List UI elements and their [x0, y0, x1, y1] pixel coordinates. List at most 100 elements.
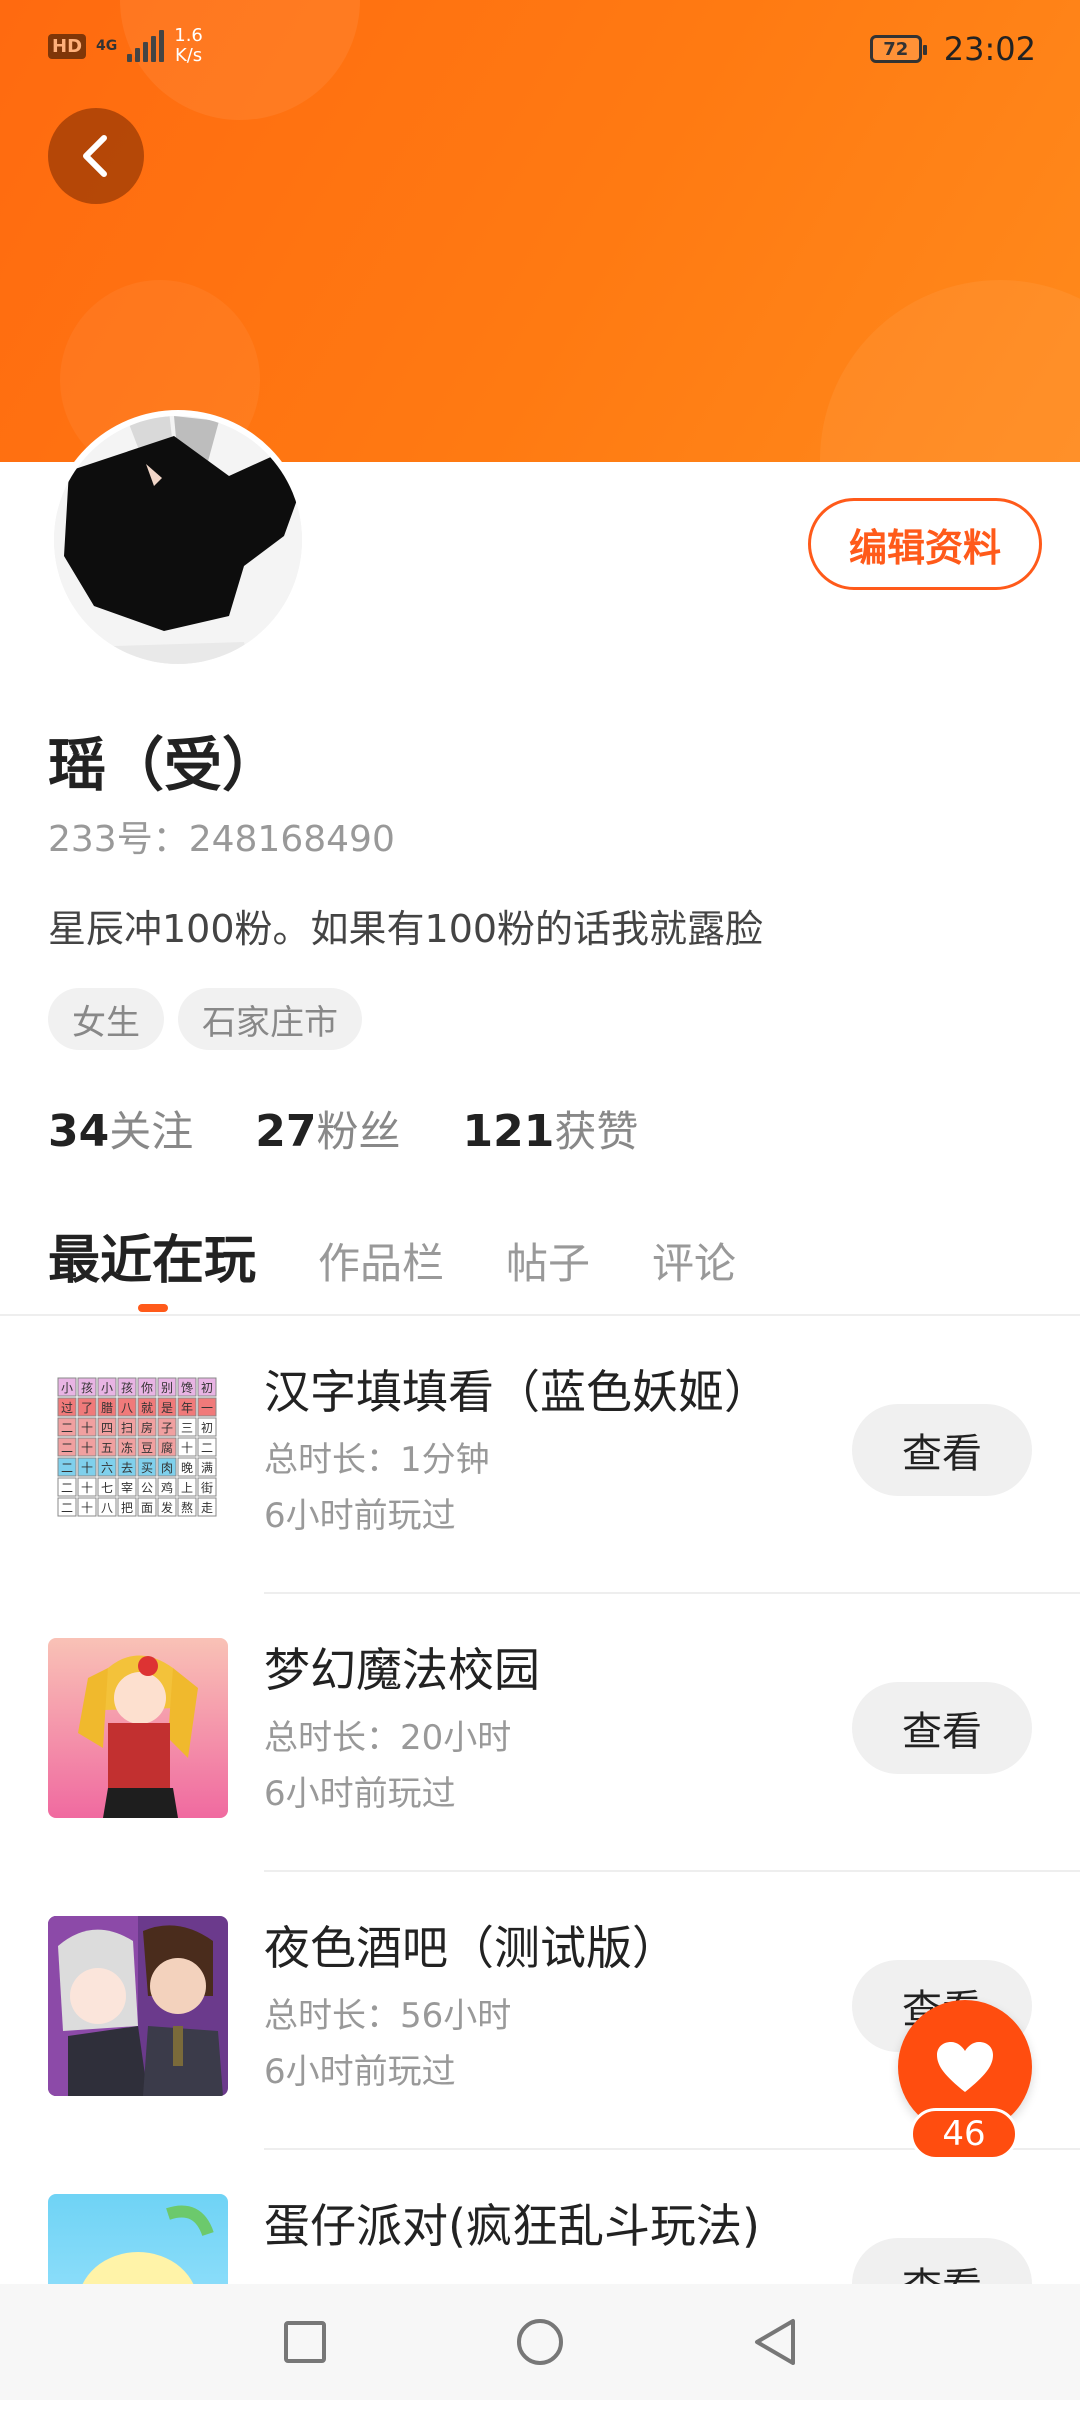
grid-char: 十: [81, 1481, 93, 1495]
grid-char: 了: [81, 1401, 93, 1415]
profile-tabs: 最近在玩 作品栏 帖子 评论: [48, 1218, 736, 1293]
grid-char: 扫: [121, 1421, 133, 1435]
game-last-played: 6小时前玩过: [264, 1496, 456, 1536]
stat-following-label: 关注: [109, 1107, 194, 1156]
back-triangle-icon[interactable]: [753, 2317, 797, 2367]
grid-char: 豆: [141, 1441, 153, 1455]
stat-following-count: 34: [48, 1106, 110, 1157]
avatar-image: [54, 416, 302, 664]
grid-char: 一: [201, 1401, 213, 1415]
battery-icon: 72: [869, 35, 927, 63]
user-id: 233号：248168490: [48, 819, 395, 860]
edit-profile-button[interactable]: 编辑资料: [808, 498, 1042, 590]
grid-char: 别: [161, 1381, 173, 1395]
grid-char: 面: [141, 1501, 153, 1515]
grid-char: 孩: [121, 1381, 133, 1395]
tab-posts[interactable]: 帖子: [506, 1230, 590, 1291]
grid-char: 是: [161, 1401, 173, 1415]
grid-char: 十: [81, 1461, 93, 1475]
stat-likes-label: 获赞: [554, 1107, 639, 1156]
grid-char: 你: [141, 1381, 153, 1395]
home-icon[interactable]: [515, 2317, 565, 2367]
grid-char: 宰: [121, 1480, 133, 1495]
game-thumbnail: [48, 1638, 228, 1818]
game-thumbnail: [48, 1916, 228, 2096]
grid-char: 腐: [161, 1440, 173, 1455]
stat-followers[interactable]: 27粉丝: [255, 1098, 400, 1159]
back-button[interactable]: [48, 108, 144, 204]
system-nav-bar: [0, 2284, 1080, 2400]
banner-decoration: [820, 280, 1080, 462]
grid-char: 满: [201, 1461, 213, 1475]
grid-char: 七: [101, 1481, 113, 1495]
grid-char: 发: [161, 1500, 173, 1515]
recent-apps-icon[interactable]: [283, 2320, 327, 2364]
network-speed: 1.6 K/s: [174, 25, 203, 66]
grid-char: 孩: [81, 1381, 93, 1395]
grid-char: 买: [141, 1461, 153, 1475]
stat-followers-count: 27: [255, 1106, 317, 1157]
grid-char: 二: [61, 1501, 73, 1515]
grid-char: 六: [101, 1461, 113, 1475]
grid-char: 街: [201, 1481, 213, 1495]
grid-char: 馋: [181, 1381, 193, 1395]
grid-char: 二: [61, 1461, 73, 1475]
grid-char: 子: [161, 1421, 173, 1435]
view-game-button[interactable]: 查看: [852, 1404, 1032, 1496]
game-thumbnail: 小孩小孩你别馋初过了腊八就是年一二十四扫房子三初二十五冻豆腐十二二十六去买肉晚满…: [48, 1360, 228, 1540]
grid-char: 八: [101, 1501, 113, 1515]
grid-char: 鸡: [161, 1480, 173, 1495]
grid-char: 肉: [161, 1461, 173, 1475]
grid-char: 十: [81, 1421, 93, 1435]
game-title: 蛋仔派对(疯狂乱斗玩法): [264, 2199, 760, 2253]
stat-following[interactable]: 34关注: [48, 1098, 193, 1159]
game-list-item[interactable]: 梦幻魔法校园 总时长：20小时 6小时前玩过 查看: [0, 1594, 1080, 1872]
stat-likes[interactable]: 121获赞: [463, 1098, 639, 1159]
grid-char: 二: [61, 1441, 73, 1455]
like-count-badge: 46: [910, 2108, 1018, 2160]
profile-tags: 女生 石家庄市: [48, 988, 362, 1050]
stat-likes-count: 121: [462, 1106, 555, 1157]
game-title: 夜色酒吧（测试版）: [264, 1921, 678, 1975]
tag-gender: 女生: [48, 988, 164, 1050]
grid-char: 四: [101, 1421, 113, 1435]
grid-char: 过: [61, 1401, 73, 1415]
game-list-item[interactable]: 小孩小孩你别馋初过了腊八就是年一二十四扫房子三初二十五冻豆腐十二二十六去买肉晚满…: [0, 1316, 1080, 1594]
grid-char: 二: [61, 1421, 73, 1435]
tab-works[interactable]: 作品栏: [318, 1230, 444, 1291]
game-duration: 总时长：20小时: [264, 1718, 512, 1758]
grid-char: 就: [141, 1401, 153, 1415]
view-game-button[interactable]: 查看: [852, 1682, 1032, 1774]
grid-char: 年: [181, 1401, 193, 1415]
grid-char: 三: [181, 1421, 193, 1435]
grid-char: 五: [101, 1441, 113, 1455]
heart-icon: [937, 2042, 993, 2092]
avatar[interactable]: [48, 410, 308, 670]
grid-char: 熬: [181, 1500, 193, 1515]
grid-char: 腊: [101, 1401, 113, 1415]
grid-char: 小: [101, 1381, 113, 1395]
grid-char: 房: [141, 1420, 153, 1435]
tab-comments[interactable]: 评论: [652, 1230, 736, 1291]
tag-city: 石家庄市: [178, 988, 362, 1050]
grid-char: 把: [121, 1501, 133, 1515]
grid-char: 公: [141, 1481, 153, 1495]
network-type: 4G: [96, 38, 118, 54]
grid-char: 十: [81, 1501, 93, 1515]
grid-char: 上: [181, 1481, 193, 1495]
chevron-left-icon: [83, 135, 107, 177]
game-title: 汉字填填看（蓝色妖姬）: [264, 1365, 770, 1419]
grid-char: 初: [201, 1421, 213, 1435]
grid-char: 晚: [181, 1461, 193, 1475]
grid-char: 去: [121, 1461, 133, 1475]
clock: 23:02: [943, 30, 1036, 68]
username: 瑶（受）: [48, 731, 281, 799]
game-last-played: 6小时前玩过: [264, 1774, 456, 1814]
tab-recently-played[interactable]: 最近在玩: [48, 1218, 256, 1293]
user-bio: 星辰冲100粉。如果有100粉的话我就露脸: [48, 907, 764, 951]
profile-stats: 34关注 27粉丝 121获赞: [48, 1098, 638, 1159]
game-last-played: 6小时前玩过: [264, 2052, 456, 2092]
grid-char: 十: [181, 1441, 193, 1455]
grid-char: 冻: [121, 1440, 133, 1455]
active-tab-indicator: [138, 1304, 168, 1312]
